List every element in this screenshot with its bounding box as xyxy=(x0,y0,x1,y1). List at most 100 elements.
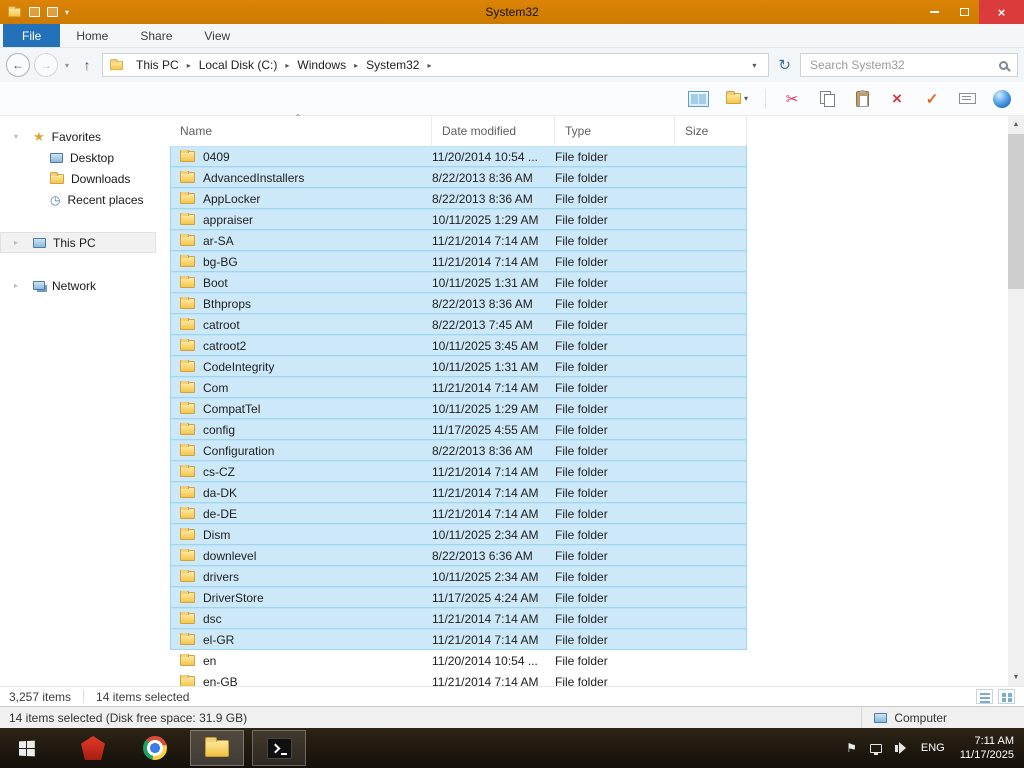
confirm-button[interactable]: ✓ xyxy=(923,90,941,108)
file-row[interactable]: Com 11/21/2014 7:14 AM File folder xyxy=(170,377,747,398)
close-button[interactable]: × xyxy=(979,0,1024,24)
taskbar-browser-button[interactable] xyxy=(128,730,182,766)
file-row[interactable]: ar-SA 11/21/2014 7:14 AM File folder xyxy=(170,230,747,251)
tab-file[interactable]: File xyxy=(3,24,61,47)
taskbar-command-prompt-button[interactable] xyxy=(252,730,306,766)
qat-properties-icon[interactable] xyxy=(29,7,40,17)
file-row[interactable]: AppLocker 8/22/2013 8:36 AM File folder xyxy=(170,188,747,209)
search-input[interactable]: Search System32 xyxy=(810,58,999,72)
file-row[interactable]: AdvancedInstallers 8/22/2013 8:36 AM File … xyxy=(170,167,747,188)
file-row[interactable]: CodeIntegrity 10/11/2025 1:31 AM File fold… xyxy=(170,356,747,377)
taskbar-file-explorer-button[interactable] xyxy=(190,730,244,766)
file-row[interactable]: cs-CZ 11/21/2014 7:14 AM File folder xyxy=(170,461,747,482)
breadcrumb[interactable]: This PC ▸ Local Disk (C:) ▸ Windows ▸ System32… xyxy=(102,53,770,77)
file-date-modified: 11/21/2014 7:14 AM xyxy=(432,233,539,248)
tab-home[interactable]: Home xyxy=(60,24,124,47)
file-row[interactable]: dsc 11/21/2014 7:14 AM File folder xyxy=(170,608,747,629)
file-row[interactable]: el-GR 11/21/2014 7:14 AM File folder xyxy=(170,629,747,650)
column-header-type[interactable]: Type xyxy=(555,116,675,146)
sidebar-item-network[interactable]: Network xyxy=(0,275,170,296)
forward-button[interactable]: → xyxy=(34,53,58,77)
scrollbar-up-arrow[interactable]: ▲ xyxy=(1008,116,1024,133)
file-row[interactable]: da-DK 11/21/2014 7:14 AM File folder xyxy=(170,482,747,503)
cut-button[interactable]: ✂ xyxy=(783,90,801,108)
tree-expand-arrow-icon[interactable] xyxy=(14,132,26,141)
rename-button[interactable] xyxy=(958,93,976,104)
taskbar-clock[interactable]: 7:11 AM 11/17/2025 xyxy=(960,734,1014,762)
file-row[interactable]: bg-BG 11/21/2014 7:14 AM File folder xyxy=(170,251,747,272)
file-date-modified: 8/22/2013 8:36 AM xyxy=(432,170,533,185)
file-row[interactable]: DriverStore 11/17/2025 4:24 AM File folder xyxy=(170,587,747,608)
minimize-button[interactable] xyxy=(919,0,949,24)
network-tray-icon[interactable] xyxy=(869,743,882,755)
column-header-date-modified[interactable]: Date modified xyxy=(432,116,555,146)
file-row[interactable]: catroot2 10/11/2025 3:45 AM File folder xyxy=(170,335,747,356)
file-row[interactable]: Boot 10/11/2025 1:31 AM File folder xyxy=(170,272,747,293)
breadcrumb-chevron-icon[interactable]: ▸ xyxy=(426,61,432,70)
recent-locations-chevron-icon[interactable]: ▾ xyxy=(62,61,72,70)
file-name: el-GR xyxy=(203,632,235,647)
file-row[interactable]: en 11/20/2014 10:54 ... File folder xyxy=(170,650,747,671)
file-type: File folder xyxy=(555,380,608,395)
folder-icon xyxy=(180,317,195,330)
tree-expand-arrow-icon[interactable] xyxy=(14,281,26,290)
breadcrumb-segment-system32[interactable]: System32 xyxy=(359,58,426,72)
volume-icon[interactable] xyxy=(894,742,906,754)
tree-expand-arrow-icon[interactable] xyxy=(14,238,26,247)
back-button[interactable]: ← xyxy=(6,53,30,77)
vertical-scrollbar[interactable]: ▲ ▼ xyxy=(1008,116,1024,686)
paste-icon xyxy=(855,89,869,107)
delete-button[interactable]: × xyxy=(888,89,906,109)
help-button[interactable] xyxy=(993,89,1011,108)
qat-customize-chevron-icon[interactable]: ▾ xyxy=(65,8,69,17)
tab-share[interactable]: Share xyxy=(124,24,188,47)
computer-label: Computer xyxy=(894,710,947,725)
large-icons-view-button[interactable] xyxy=(998,689,1015,704)
tab-view[interactable]: View xyxy=(188,24,246,47)
details-view-button[interactable] xyxy=(976,689,993,704)
breadcrumb-segment-this-pc[interactable]: This PC xyxy=(129,58,186,72)
sidebar-item-desktop[interactable]: Desktop xyxy=(0,147,170,168)
file-row[interactable]: appraiser 10/11/2025 1:29 AM File folder xyxy=(170,209,747,230)
folder-icon xyxy=(180,359,195,372)
up-button[interactable]: ↑ xyxy=(76,54,98,76)
sidebar-item-downloads[interactable]: Downloads xyxy=(0,168,170,189)
breadcrumb-segment-windows[interactable]: Windows xyxy=(290,58,353,72)
refresh-button[interactable]: ↻ xyxy=(773,56,796,74)
column-header-name[interactable]: Name xyxy=(170,112,432,146)
sidebar-item-favorites[interactable]: Favorites xyxy=(0,126,170,147)
breadcrumb-segment-local-disk-c[interactable]: Local Disk (C:) xyxy=(192,58,285,72)
file-row[interactable]: 0409 11/20/2014 10:54 ... File folder xyxy=(170,146,747,167)
qat-new-folder-icon[interactable] xyxy=(47,7,58,17)
action-center-flag-icon[interactable]: ⚑ xyxy=(846,741,857,755)
copy-button[interactable] xyxy=(818,91,836,107)
address-history-chevron-icon[interactable]: ▾ xyxy=(746,61,762,70)
maximize-button[interactable] xyxy=(949,0,979,24)
file-date-modified: 11/21/2014 7:14 AM xyxy=(432,464,539,479)
file-row[interactable]: downlevel 8/22/2013 6:36 AM File folder xyxy=(170,545,747,566)
file-row[interactable]: Dism 10/11/2025 2:34 AM File folder xyxy=(170,524,747,545)
file-date-modified: 8/22/2013 8:36 AM xyxy=(432,296,533,311)
file-row[interactable]: catroot 8/22/2013 7:45 AM File folder xyxy=(170,314,747,335)
paste-button[interactable] xyxy=(853,89,871,107)
layout-view-button[interactable] xyxy=(687,90,709,107)
column-header-size[interactable]: Size xyxy=(675,116,747,146)
file-row[interactable]: de-DE 11/21/2014 7:14 AM File folder xyxy=(170,503,747,524)
file-row[interactable]: drivers 10/11/2025 2:34 AM File folder xyxy=(170,566,747,587)
new-folder-button[interactable]: ▾ xyxy=(725,91,748,104)
file-row[interactable]: Bthprops 8/22/2013 8:36 AM File folder xyxy=(170,293,747,314)
file-row[interactable]: Configuration 8/22/2013 8:36 AM File folde… xyxy=(170,440,747,461)
start-button[interactable] xyxy=(0,728,52,768)
sidebar-item-this-pc[interactable]: This PC xyxy=(0,232,156,253)
scrollbar-thumb[interactable] xyxy=(1008,134,1024,289)
file-row[interactable]: en-GB 11/21/2014 7:14 AM File folder xyxy=(170,671,747,686)
file-row[interactable]: CompatTel 10/11/2025 1:29 AM File folder xyxy=(170,398,747,419)
new-folder-icon xyxy=(725,91,741,104)
scrollbar-down-arrow[interactable]: ▼ xyxy=(1008,669,1024,686)
language-indicator[interactable]: ENG xyxy=(919,742,947,754)
taskbar-red-app-button[interactable] xyxy=(66,730,120,766)
sidebar-item-recent-places[interactable]: Recent places xyxy=(0,189,170,210)
search-box[interactable]: Search System32 xyxy=(800,53,1018,77)
selected-count: 14 items selected xyxy=(96,689,190,704)
file-row[interactable]: config 11/17/2025 4:55 AM File folder xyxy=(170,419,747,440)
